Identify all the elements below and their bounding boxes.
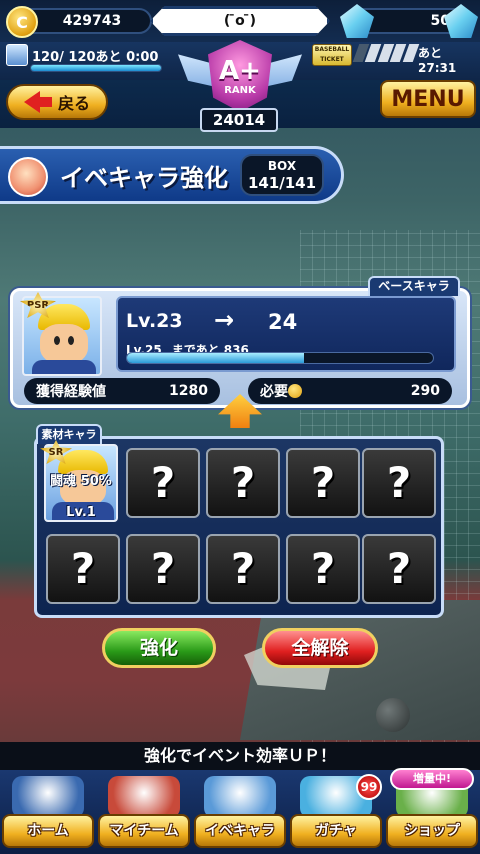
coin-counter[interactable]: C 429743	[6, 6, 152, 38]
nav-event-chara-label: イベキャラ	[194, 814, 286, 848]
box-label: BOX	[267, 159, 297, 173]
gacha-count-badge: 99	[356, 774, 382, 800]
nav-shop-label: ショップ	[386, 814, 478, 848]
player-comment[interactable]: ( ̄o ̄)	[150, 6, 330, 36]
gained-exp: 獲得経験値 1280	[24, 378, 220, 404]
stamina-icon	[6, 44, 28, 66]
gained-exp-label: 獲得経験値	[36, 384, 106, 400]
gem-value: 50	[430, 13, 450, 29]
required-label: 必要	[260, 384, 288, 400]
rank-word: RANK	[224, 84, 256, 96]
material-tab: 素材キャラ	[36, 424, 102, 444]
level-to: 24	[268, 310, 298, 334]
clear-all-button[interactable]: 全解除	[262, 628, 378, 668]
material-slot[interactable]: ?	[286, 534, 360, 604]
character-icon	[204, 776, 276, 818]
shop-sale-badge: 増量中!	[390, 768, 474, 790]
baseball-ticket-icon[interactable]: BASEBALL TICKET	[312, 44, 352, 66]
required-coins: 必要 290	[248, 378, 452, 404]
material-slot[interactable]: ?	[362, 534, 436, 604]
level-from: Lv.23	[126, 310, 183, 332]
coin-value: 429743	[62, 13, 122, 29]
stamina-text: 120/ 120あと 0:00	[32, 50, 159, 65]
rank-emblem[interactable]: A+ RANK	[178, 40, 302, 112]
material-slot[interactable]: ?	[206, 448, 280, 518]
face	[40, 324, 88, 364]
nav-home[interactable]: ホーム	[2, 776, 94, 850]
rank-score: 24014	[200, 108, 278, 132]
tip-banner: 強化でイベント効率ＵＰ！	[0, 742, 480, 770]
baseball-icon	[376, 698, 410, 732]
rank-letter: A+	[219, 55, 261, 86]
back-button[interactable]: 戻る	[6, 84, 108, 120]
material-slot[interactable]: ?	[362, 448, 436, 518]
box-capacity: BOX 141/141	[240, 154, 324, 196]
material-slot[interactable]: ?	[126, 448, 200, 518]
material-level: Lv.1	[66, 505, 96, 520]
stamina-fill	[31, 65, 161, 71]
nav-event-chara[interactable]: イベキャラ	[194, 776, 286, 850]
enhance-character-icon	[8, 157, 48, 197]
nav-my-team[interactable]: マイチーム	[98, 776, 190, 850]
eye	[68, 336, 74, 345]
rank-shield: A+ RANK	[208, 40, 272, 112]
back-label: 戻る	[57, 94, 90, 113]
base-character-tab: ベースキャラ	[368, 276, 460, 296]
material-slot[interactable]: ?	[286, 448, 360, 518]
nav-home-label: ホーム	[2, 814, 94, 848]
material-slot[interactable]: ?	[206, 534, 280, 604]
stamina-bar	[30, 64, 162, 72]
material-slot[interactable]: ?	[126, 534, 200, 604]
team-icon	[108, 776, 180, 818]
book-icon	[12, 776, 84, 818]
eye	[54, 336, 60, 345]
material-slot[interactable]: ?	[46, 534, 120, 604]
gem-counter[interactable]: 50	[340, 4, 478, 38]
page-title: イベキャラ強化	[60, 164, 228, 192]
coin-icon: C	[6, 6, 38, 38]
required-value: 290	[410, 383, 440, 399]
coin-icon	[288, 384, 302, 398]
material-bonus: 闘魂 50%	[50, 474, 112, 489]
exp-fill	[127, 353, 305, 363]
box-value: 141/141	[247, 174, 317, 192]
arrow-right-icon: →	[214, 306, 235, 334]
recovery-timer: あと27:31	[418, 46, 457, 75]
gained-exp-value: 1280	[169, 383, 208, 399]
nav-gacha-label: ガチャ	[290, 814, 382, 848]
back-arrow-icon	[23, 91, 52, 113]
ticket-gauge	[352, 44, 420, 62]
uniform	[32, 360, 96, 374]
nav-my-team-label: マイチーム	[98, 814, 190, 848]
enhance-button[interactable]: 強化	[102, 628, 216, 668]
exp-bar	[126, 352, 434, 364]
menu-button[interactable]: MENU	[380, 80, 476, 118]
